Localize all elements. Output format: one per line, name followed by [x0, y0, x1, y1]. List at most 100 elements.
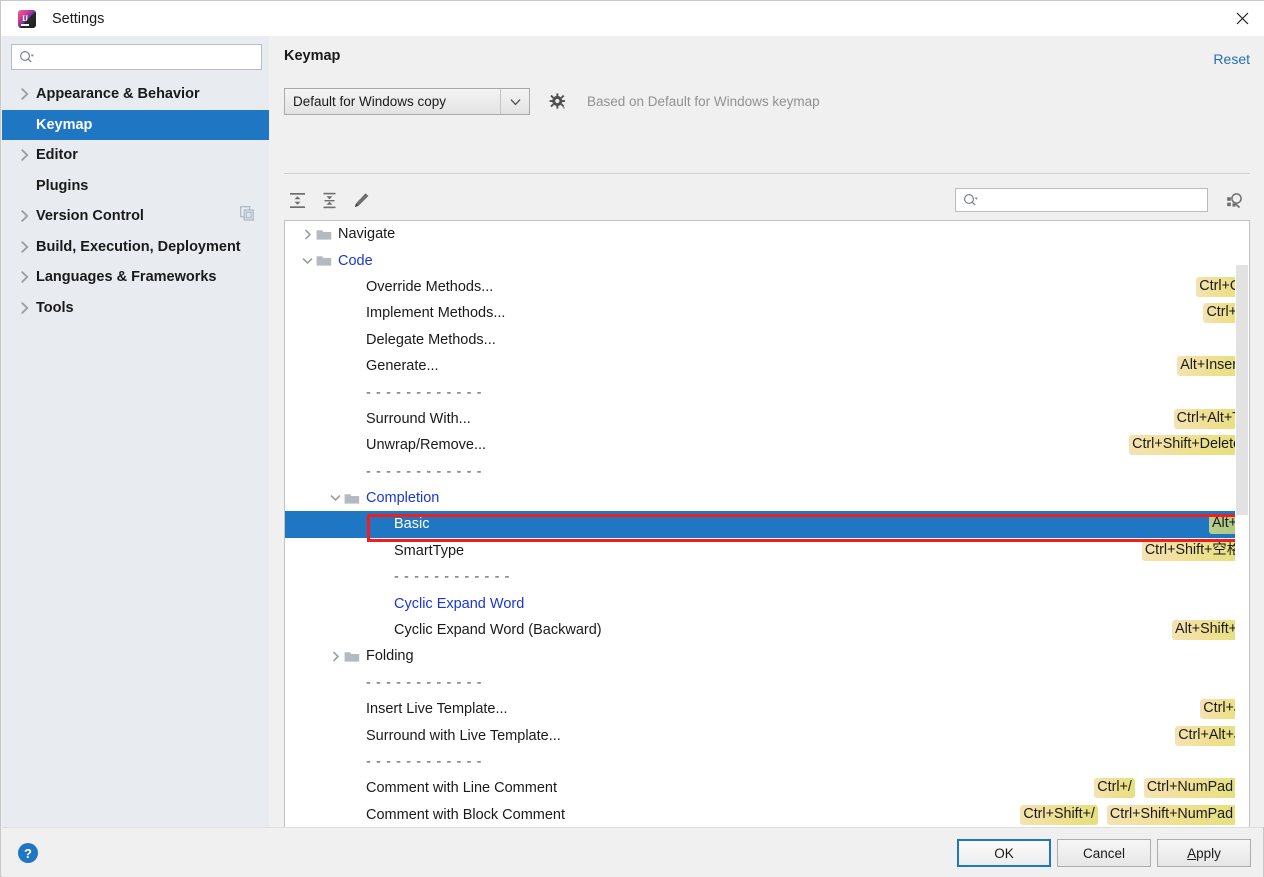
- sidebar-item-languages-frameworks[interactable]: Languages & Frameworks: [2, 262, 269, 293]
- sidebar-item-keymap[interactable]: Keymap: [2, 109, 269, 140]
- shortcut-list: Ctrl+Shift+Delete: [1129, 435, 1244, 456]
- folder-icon: [344, 492, 363, 505]
- keymap-tree[interactable]: Navigate Code Override Methods... Ctrl+O Imp…: [284, 220, 1250, 851]
- tree-action-row[interactable]: Comment with Block Comment Ctrl+Shift+/Ct…: [285, 802, 1249, 828]
- page-title: Keymap: [284, 48, 341, 64]
- dialog-footer: ? OK Cancel Apply: [2, 827, 1263, 877]
- tree-action-row[interactable]: Cyclic Expand Word (Backward) Alt+Shift+/: [285, 617, 1249, 643]
- shortcut-list: Ctrl+/ Ctrl+NumPad /: [1094, 778, 1244, 799]
- folder-icon: [372, 597, 391, 610]
- sidebar-nav-list: Appearance & Behavior Keymap Editor Plugins…: [2, 79, 269, 323]
- tree-row-label: Navigate: [338, 226, 396, 243]
- chevron-down-icon[interactable]: [299, 257, 316, 265]
- expand-all-icon[interactable]: [284, 187, 310, 213]
- tree-action-row[interactable]: Surround With... Ctrl+Alt+T: [285, 406, 1249, 432]
- folder-icon: [344, 465, 363, 478]
- folder-icon: [316, 254, 335, 267]
- tree-action-row[interactable]: Unwrap/Remove... Ctrl+Shift+Delete: [285, 432, 1249, 458]
- chevron-right-icon: [327, 809, 344, 820]
- search-icon: [963, 193, 979, 207]
- cancel-button[interactable]: Cancel: [1057, 839, 1151, 867]
- tree-group-row[interactable]: Navigate: [285, 221, 1249, 247]
- keymap-selector-row: Default for Windows copy Based on Defaul…: [284, 88, 820, 115]
- shortcut-badge: Ctrl+Alt+T: [1173, 408, 1244, 429]
- tree-row-label: Implement Methods...: [366, 305, 506, 322]
- tree-action-row[interactable]: Insert Live Template... Ctrl+J: [285, 696, 1249, 722]
- sidebar-item-editor[interactable]: Editor: [2, 140, 269, 171]
- folder-icon: [372, 571, 391, 584]
- shortcut-search-input[interactable]: [982, 191, 1181, 209]
- folder-icon: [372, 624, 391, 637]
- tree-row-label: Delegate Methods...: [366, 331, 496, 348]
- chevron-right-icon[interactable]: [17, 210, 33, 222]
- folder-icon: [344, 756, 363, 769]
- shortcut-badge: Ctrl+Shift+/: [1020, 804, 1098, 825]
- separator-label: - - - - - - - - - - - -: [394, 569, 511, 586]
- sidebar-item-tools[interactable]: Tools: [2, 293, 269, 324]
- sidebar-item-label: Plugins: [36, 177, 89, 194]
- keymap-select[interactable]: Default for Windows copy: [284, 88, 530, 115]
- sidebar-search-input[interactable]: [37, 48, 241, 66]
- sidebar-item-version-control[interactable]: Version Control: [2, 201, 269, 232]
- chevron-right-icon[interactable]: [17, 88, 33, 100]
- tree-action-row[interactable]: Generate... Alt+Insert: [285, 353, 1249, 379]
- tree-row-label: SmartType: [394, 542, 465, 559]
- tree-row-label: Comment with Line Comment: [366, 780, 557, 797]
- tree-action-row[interactable]: Implement Methods... Ctrl+I: [285, 300, 1249, 326]
- shortcut-badge: Ctrl+Shift+NumPad /: [1106, 804, 1244, 825]
- tree-action-row[interactable]: Basic Alt+/: [285, 511, 1249, 538]
- window-title: Settings: [52, 10, 105, 27]
- close-icon[interactable]: [1219, 1, 1264, 35]
- tree-row-label: Generate...: [366, 358, 439, 375]
- tree-scrollbar-thumb[interactable]: [1236, 265, 1248, 515]
- tree-action-row[interactable]: Cyclic Expand Word: [285, 590, 1249, 616]
- tree-group-row[interactable]: Folding: [285, 643, 1249, 669]
- chevron-right-icon: [327, 281, 344, 292]
- folder-icon: [344, 808, 363, 821]
- sidebar-item-plugins[interactable]: Plugins: [2, 171, 269, 202]
- apply-button-mnemonic: A: [1187, 845, 1197, 861]
- sidebar-item-build-execution-deployment[interactable]: Build, Execution, Deployment: [2, 232, 269, 263]
- tree-action-row[interactable]: Override Methods... Ctrl+O: [285, 274, 1249, 300]
- collapse-all-icon[interactable]: [316, 187, 342, 213]
- ok-button[interactable]: OK: [957, 839, 1051, 867]
- chevron-right-icon: [327, 704, 344, 715]
- chevron-right-icon[interactable]: [299, 229, 316, 240]
- folder-icon: [344, 412, 363, 425]
- apply-button[interactable]: Apply: [1157, 839, 1251, 867]
- chevron-right-icon[interactable]: [17, 149, 33, 161]
- tree-action-row[interactable]: Surround with Live Template... Ctrl+Alt+J: [285, 722, 1249, 748]
- chevron-right-icon: [327, 783, 344, 794]
- folder-icon: [344, 280, 363, 293]
- tree-action-row[interactable]: Comment with Line Comment Ctrl+/ Ctrl+NumP…: [285, 775, 1249, 801]
- help-button[interactable]: ?: [18, 843, 38, 863]
- tree-scrollbar[interactable]: [1235, 221, 1249, 850]
- tree-group-row[interactable]: Completion: [285, 485, 1249, 511]
- gear-icon[interactable]: [547, 91, 569, 113]
- tree-action-row[interactable]: Delegate Methods...: [285, 327, 1249, 353]
- chevron-right-icon: [327, 440, 344, 451]
- sidebar-search-box[interactable]: [11, 44, 262, 70]
- chevron-right-icon[interactable]: [327, 651, 344, 662]
- folder-icon: [344, 729, 363, 742]
- reset-link[interactable]: Reset: [1213, 51, 1250, 67]
- chevron-right-icon: [327, 730, 344, 741]
- chevron-right-icon[interactable]: [17, 302, 33, 314]
- chevron-right-icon[interactable]: [17, 241, 33, 253]
- sidebar-item-label: Languages & Frameworks: [36, 269, 217, 286]
- ok-button-label: OK: [994, 845, 1014, 861]
- shortcut-search-box[interactable]: [955, 188, 1208, 212]
- tree-action-row[interactable]: SmartType Ctrl+Shift+空格: [285, 538, 1249, 564]
- chevron-right-icon: [355, 545, 372, 556]
- find-shortcut-icon[interactable]: [1222, 188, 1248, 212]
- chevron-right-icon[interactable]: [17, 271, 33, 283]
- tree-row-label: Cyclic Expand Word: [394, 595, 525, 612]
- edit-pencil-icon[interactable]: [348, 187, 374, 213]
- tree-separator-row: - - - - - - - - - - - -: [285, 749, 1249, 775]
- folder-icon: [344, 360, 363, 373]
- tree-group-row[interactable]: Code: [285, 247, 1249, 273]
- chevron-down-icon[interactable]: [327, 494, 344, 502]
- apply-button-label: pply: [1196, 845, 1221, 861]
- separator-label: - - - - - - - - - - - -: [366, 754, 483, 770]
- sidebar-item-appearance-behavior[interactable]: Appearance & Behavior: [2, 79, 269, 110]
